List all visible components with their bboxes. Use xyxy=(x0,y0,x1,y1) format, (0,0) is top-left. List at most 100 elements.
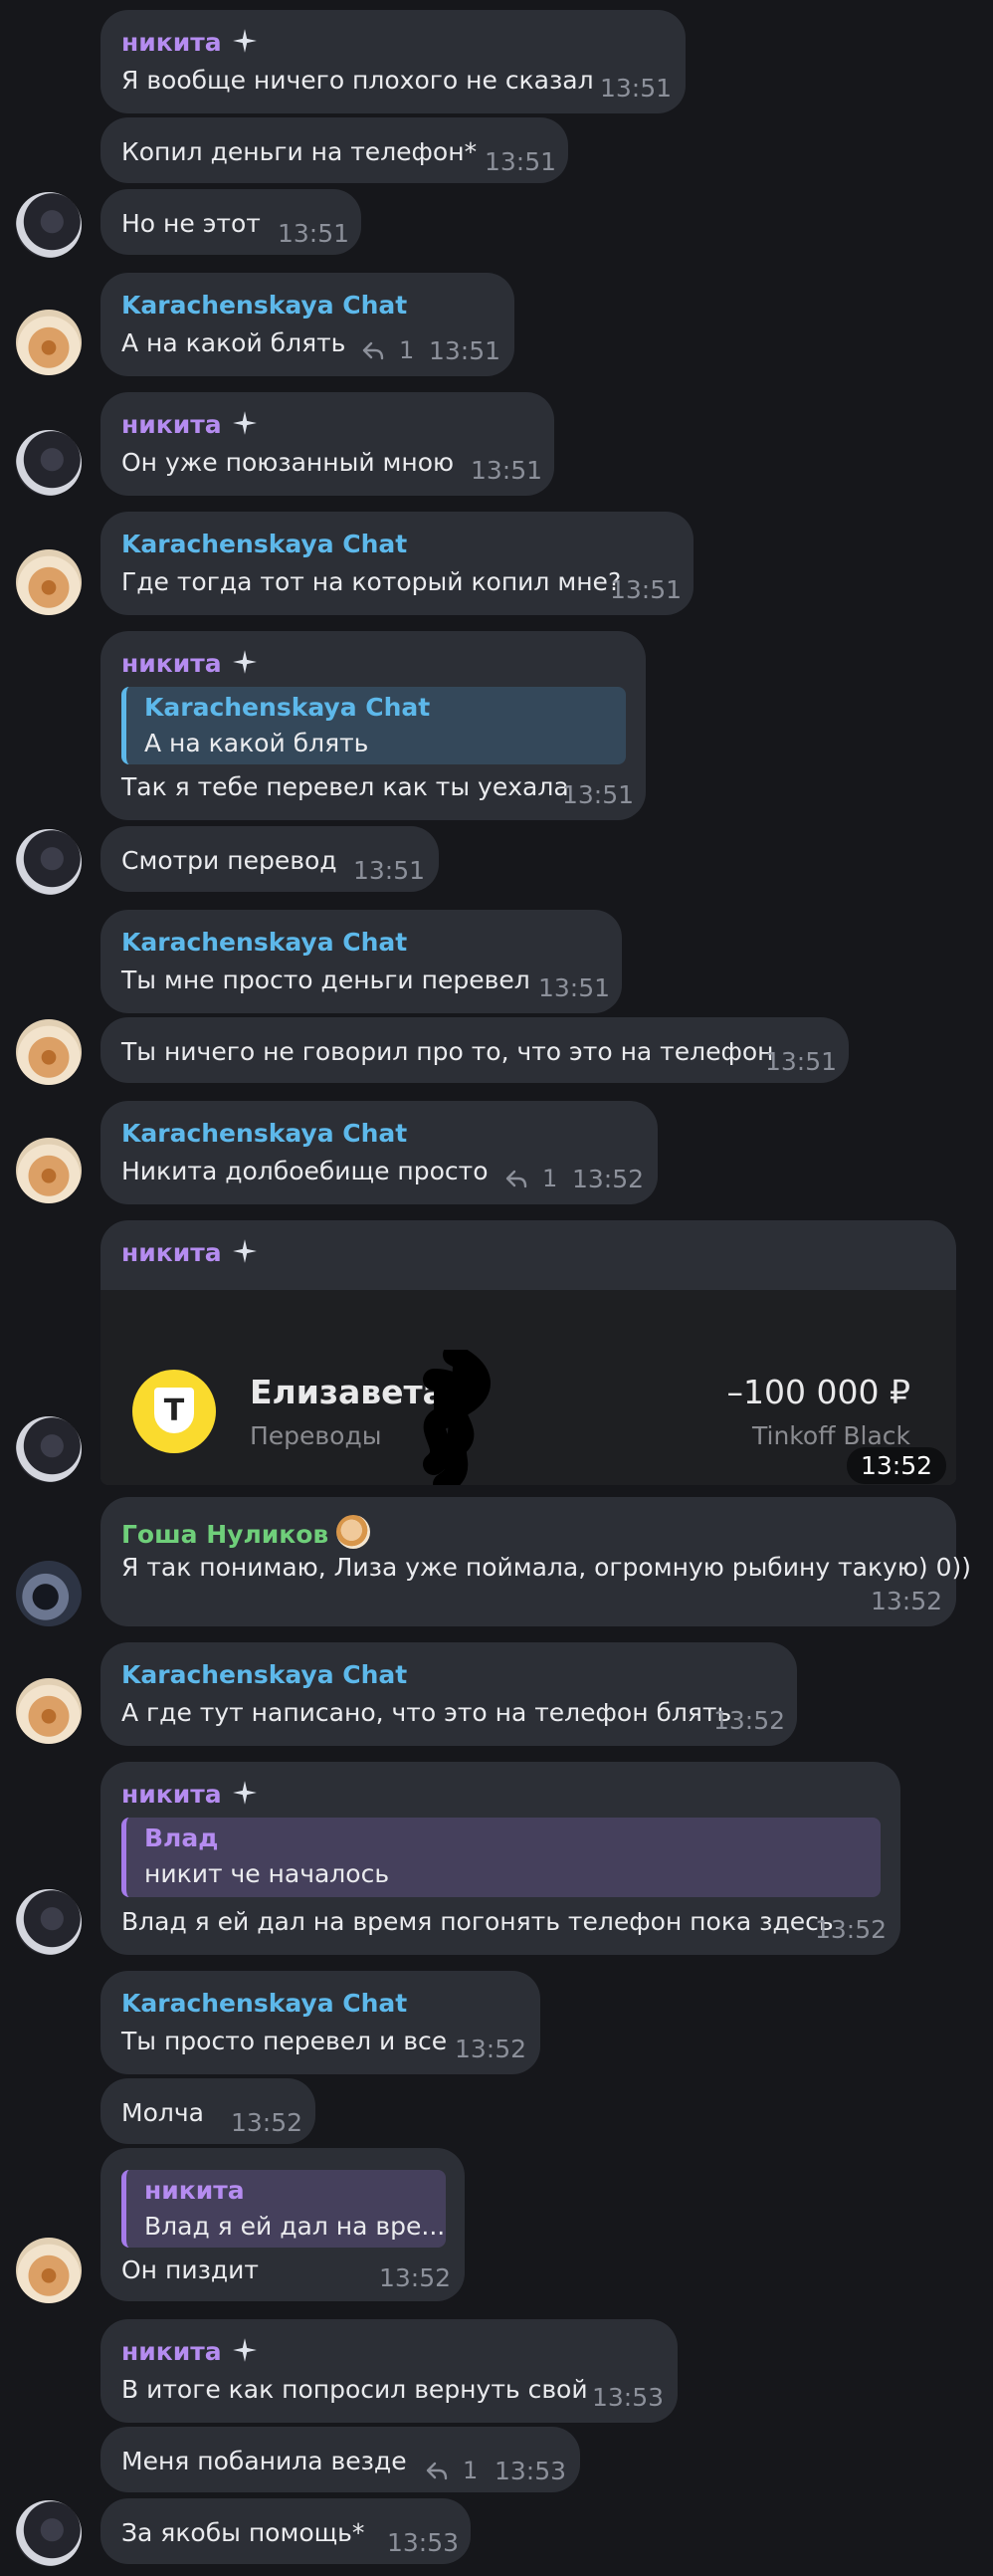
sender-name-text[interactable]: никита xyxy=(121,2337,222,2366)
message-time: 13:51 xyxy=(353,856,426,885)
replies-counter[interactable]: 1 xyxy=(425,2457,478,2484)
transfer-screenshot[interactable]: Т Елизавета Переводы –100 000 ₽ Tinkoff … xyxy=(100,1290,956,1485)
sender-name-text[interactable]: никита xyxy=(121,28,222,57)
sender-name[interactable]: никита xyxy=(121,410,258,439)
replies-counter[interactable]: 1 xyxy=(504,1165,557,1192)
message-text: Он уже поюзанный мною xyxy=(121,448,455,477)
message-text: А на какой блять xyxy=(121,328,346,357)
message-text: За якобы помощь* xyxy=(121,2518,365,2547)
sender-name-text[interactable]: никита xyxy=(121,1780,222,1809)
message-bubble[interactable]: никита Я вообще ничего плохого не сказал… xyxy=(100,10,686,113)
replies-count: 1 xyxy=(463,2457,479,2484)
message-bubble[interactable]: никита Т Елизавета Переводы –100 000 ₽ T… xyxy=(100,1220,956,1485)
reply-quote[interactable]: Karachenskaya Chat А на какой блять xyxy=(121,687,626,764)
tinkoff-logo-icon: Т xyxy=(132,1370,216,1453)
transfer-amount: –100 000 ₽ xyxy=(726,1373,910,1411)
reply-quote[interactable]: никита Влад я ей дал на вре... xyxy=(121,2170,446,2248)
message-time: 13:52 xyxy=(231,2108,303,2137)
message-time: 13:51 xyxy=(610,575,683,604)
message-bubble[interactable]: Karachenskaya Chat Где тогда тот на кото… xyxy=(100,512,694,615)
message-text: Где тогда тот на который копил мне? xyxy=(121,567,622,596)
sender-name[interactable]: никита xyxy=(121,2337,258,2366)
avatar-karachenskaya[interactable] xyxy=(16,1138,82,1203)
message-time: 13:53 xyxy=(387,2528,460,2557)
replies-count: 1 xyxy=(399,336,415,364)
sparkle-icon xyxy=(232,1239,257,1263)
message-time: 13:52 xyxy=(379,2263,452,2292)
message-bubble[interactable]: Karachenskaya Chat Ты мне просто деньги … xyxy=(100,910,622,1013)
sender-name-text[interactable]: никита xyxy=(121,410,222,439)
sparkle-icon xyxy=(232,650,257,674)
message-bubble[interactable]: никита Влад я ей дал на вре... Он пиздит… xyxy=(100,2148,465,2301)
message-bubble[interactable]: Karachenskaya Chat А где тут написано, ч… xyxy=(100,1642,797,1746)
message-bubble[interactable]: Но не этот 13:51 xyxy=(100,189,361,255)
message-text: Копил деньги на телефон* xyxy=(121,137,478,166)
message-bubble[interactable]: Копил деньги на телефон* 13:51 xyxy=(100,117,568,183)
avatar-nikita[interactable] xyxy=(16,430,82,496)
quote-text: Влад я ей дал на вре... xyxy=(144,2212,446,2241)
message-time: 13:53 xyxy=(495,2457,567,2485)
sparkle-icon xyxy=(232,1781,257,1805)
message-bubble[interactable]: никита Karachenskaya Chat А на какой бля… xyxy=(100,631,646,820)
replies-counter[interactable]: 1 xyxy=(361,336,414,364)
avatar-karachenskaya[interactable] xyxy=(16,1019,82,1085)
message-bubble[interactable]: Меня побанила везде 1 13:53 xyxy=(100,2427,580,2492)
message-text: Я вообще ничего плохого не сказал xyxy=(121,66,594,95)
message-bubble[interactable]: За якобы помощь* 13:53 xyxy=(100,2498,471,2564)
avatar-karachenskaya[interactable] xyxy=(16,310,82,375)
avatar-karachenskaya[interactable] xyxy=(16,1678,82,1744)
message-bubble[interactable]: Karachenskaya Chat А на какой блять 1 13… xyxy=(100,273,514,376)
message-text: В итоге как попросил вернуть свой xyxy=(121,2375,588,2404)
sender-name[interactable]: Гоша Нуликов xyxy=(121,1515,371,1549)
message-text: Он пиздит xyxy=(121,2255,259,2284)
message-bubble[interactable]: Смотри перевод 13:51 xyxy=(100,826,439,892)
avatar-nikita[interactable] xyxy=(16,192,82,258)
transfer-card: Tinkoff Black xyxy=(752,1421,910,1450)
avatar-nikita[interactable] xyxy=(16,2500,82,2566)
message-bubble[interactable]: Karachenskaya Chat Ты просто перевел и в… xyxy=(100,1971,540,2074)
sender-name[interactable]: Karachenskaya Chat xyxy=(121,1660,407,1689)
message-bubble[interactable]: Ты ничего не говорил про то, что это на … xyxy=(100,1017,849,1083)
message-bubble[interactable]: никита Влад никит че началось Влад я ей … xyxy=(100,1762,900,1955)
sender-name[interactable]: никита xyxy=(121,1780,258,1809)
message-text: Меня побанила везде xyxy=(121,2447,407,2475)
message-time: 13:52 xyxy=(572,1165,645,1193)
message-time: 13:51 xyxy=(485,147,557,176)
replies-count: 1 xyxy=(542,1165,558,1192)
message-text: Ты мне просто деньги перевел xyxy=(121,966,530,994)
avatar-nikita[interactable] xyxy=(16,1889,82,1955)
sender-name-text[interactable]: Гоша Нуликов xyxy=(121,1520,328,1549)
redaction-scribble xyxy=(423,1350,491,1485)
sender-name-text[interactable]: никита xyxy=(121,649,222,678)
message-text: Я так понимаю, Лиза уже поймала, огромну… xyxy=(121,1553,971,1582)
avatar-karachenskaya[interactable] xyxy=(16,549,82,615)
sender-name[interactable]: никита xyxy=(121,28,258,57)
avatar-nikita[interactable] xyxy=(16,1416,82,1482)
sparkle-icon xyxy=(232,29,257,53)
message-bubble[interactable]: никита В итоге как попросил вернуть свой… xyxy=(100,2319,678,2423)
avatar-karachenskaya[interactable] xyxy=(16,2238,82,2303)
sender-name[interactable]: Karachenskaya Chat xyxy=(121,530,407,558)
message-bubble[interactable]: Karachenskaya Chat Никита долбоебище про… xyxy=(100,1101,658,1204)
quote-sender: Влад xyxy=(144,1824,219,1852)
message-time: 13:51 xyxy=(562,780,635,809)
message-bubble[interactable]: Гоша Нуликов Я так понимаю, Лиза уже пой… xyxy=(100,1497,971,1626)
reply-quote[interactable]: Влад никит че началось xyxy=(121,1818,881,1897)
sender-name-text[interactable]: никита xyxy=(121,1238,222,1267)
message-time: 13:51 xyxy=(429,336,501,365)
avatar-gosha[interactable] xyxy=(16,1561,82,1626)
message-text: Ты ничего не говорил про то, что это на … xyxy=(121,1037,774,1066)
reply-arrow-icon xyxy=(426,2462,448,2480)
sender-name[interactable]: Karachenskaya Chat xyxy=(121,1119,407,1148)
sender-name[interactable]: Karachenskaya Chat xyxy=(121,1989,407,2018)
avatar-nikita[interactable] xyxy=(16,829,82,895)
sender-name[interactable]: Karachenskaya Chat xyxy=(121,928,407,957)
reply-arrow-icon xyxy=(362,341,384,360)
message-time: 13:52 xyxy=(713,1706,786,1735)
message-bubble[interactable]: Молча 13:52 xyxy=(100,2078,315,2144)
sender-name[interactable]: никита xyxy=(121,1238,258,1267)
sender-name[interactable]: Karachenskaya Chat xyxy=(121,291,407,320)
sender-name[interactable]: никита xyxy=(121,649,258,678)
chat-history[interactable]: никита Я вообще ничего плохого не сказал… xyxy=(0,0,993,2576)
message-bubble[interactable]: никита Он уже поюзанный мною 13:51 xyxy=(100,392,554,496)
